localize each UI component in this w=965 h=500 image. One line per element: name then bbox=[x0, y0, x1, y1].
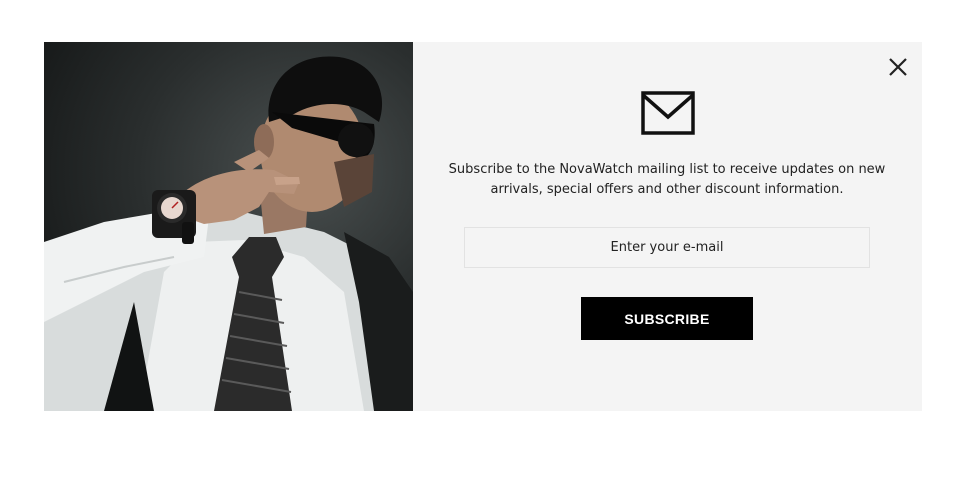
close-icon[interactable] bbox=[887, 56, 909, 78]
model-with-wristwatch-photo bbox=[44, 42, 413, 411]
subscribe-button[interactable]: SUBSCRIBE bbox=[581, 297, 753, 340]
newsletter-content: Subscribe to the NovaWatch mailing list … bbox=[413, 42, 922, 411]
mail-envelope-icon bbox=[641, 91, 695, 135]
subscribe-description: Subscribe to the NovaWatch mailing list … bbox=[448, 162, 886, 197]
newsletter-popup: Subscribe to the NovaWatch mailing list … bbox=[44, 42, 922, 411]
email-input[interactable] bbox=[464, 227, 870, 268]
